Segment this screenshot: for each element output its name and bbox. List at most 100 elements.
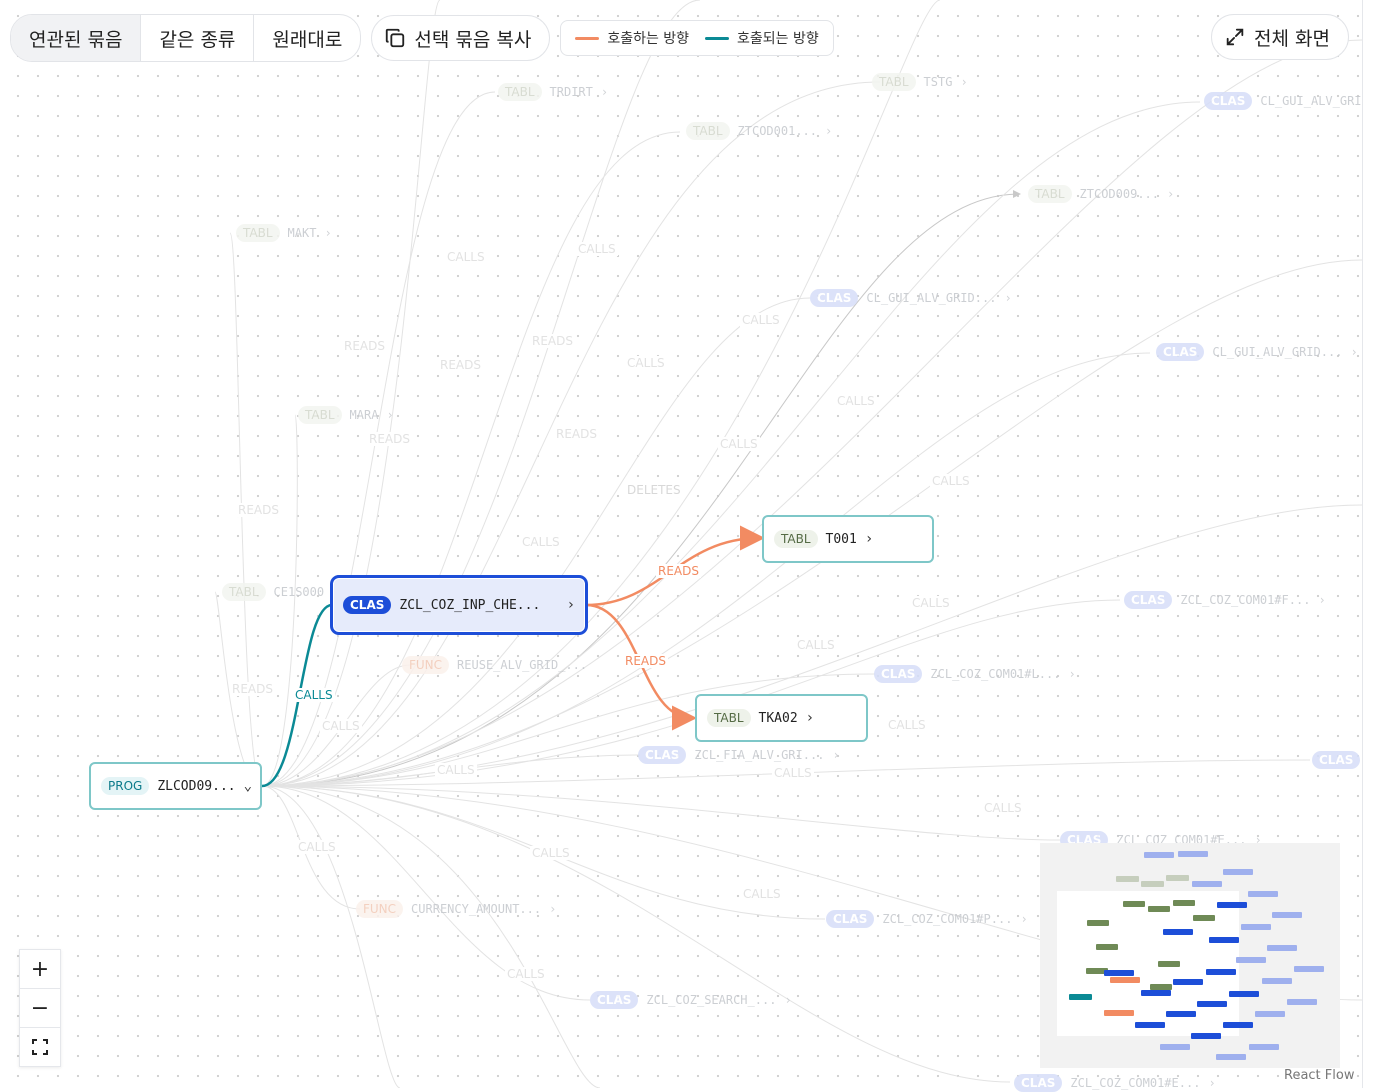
ghost-node[interactable]: FUNC CURRENCY_AMOUNT... ›: [356, 900, 556, 918]
minimap-node: [1217, 902, 1247, 908]
ghost-edge-label: CALLS: [625, 356, 667, 370]
fullscreen-button[interactable]: 전체 화면: [1211, 14, 1349, 60]
ghost-node[interactable]: CLAS CL_GUI_ALV_GRI: [1204, 92, 1362, 110]
tab-original[interactable]: 원래대로: [254, 15, 360, 61]
legend-swatch: [705, 36, 730, 40]
ghost-node[interactable]: CLAS ZCL_COZ_COM01#L... ›: [874, 665, 1076, 683]
ghost-edge-label: CALLS: [530, 846, 572, 860]
minimap-node: [1294, 966, 1324, 972]
chevron-right-icon: ›: [386, 408, 394, 422]
tab-same-kind[interactable]: 같은 종류: [141, 15, 255, 61]
chevron-right-icon[interactable]: ›: [865, 531, 873, 547]
node-tka02[interactable]: TABL TKA02 ›: [695, 694, 868, 742]
fit-view-icon: [32, 1039, 48, 1055]
node-name: TKA02: [758, 710, 798, 726]
minimap-node: [1223, 1022, 1253, 1028]
ghost-node[interactable]: CLAS ZCL_COZ_COM01#F... ›: [1124, 591, 1326, 609]
minimap-node: [1216, 1054, 1246, 1060]
node-t001[interactable]: TABL T001 ›: [762, 515, 934, 563]
ghost-edge-label: READS: [342, 339, 387, 353]
minimap-node: [1069, 994, 1092, 1000]
layout-mode-toggle: 연관된 묶음 같은 종류 원래대로: [10, 14, 362, 62]
zoom-controls: + −: [19, 949, 61, 1067]
ghost-edge-label: CALLS: [718, 437, 760, 451]
minus-icon: −: [30, 995, 50, 1021]
ghost-node[interactable]: CLAS CL_GUI_ALV_GRID... ›: [1156, 343, 1358, 361]
fit-view-button[interactable]: [20, 1028, 60, 1066]
react-flow-attribution[interactable]: React Flow: [1284, 1068, 1354, 1083]
ghost-node[interactable]: TABL TRDIRT ›: [498, 83, 608, 101]
chevron-right-icon: ›: [1068, 667, 1076, 681]
ghost-node[interactable]: TABL TSTG ›: [872, 73, 968, 91]
zoom-out-button[interactable]: −: [20, 989, 60, 1028]
ghost-edge-label: READS: [554, 427, 599, 441]
minimap-viewport[interactable]: [1057, 891, 1239, 1036]
minimap-node: [1272, 912, 1302, 918]
ghost-node[interactable]: TABL MARA ›: [298, 406, 394, 424]
ghost-node[interactable]: TABL ZTCOD001... ›: [686, 122, 832, 140]
minimap-node: [1267, 945, 1297, 951]
minimap-node: [1104, 970, 1134, 976]
ghost-node[interactable]: TABL MAKT ›: [236, 224, 332, 242]
minimap-node: [1229, 991, 1259, 997]
chevron-right-icon: ›: [832, 748, 840, 762]
ghost-node[interactable]: CLAS CL_GUI_ALV_GRID... ›: [810, 289, 1012, 307]
ghost-edge-label: CALLS: [982, 801, 1024, 815]
minimap-node: [1158, 961, 1180, 967]
ghost-node[interactable]: TABL ZTCOD009... ›: [1028, 185, 1174, 203]
chevron-right-icon[interactable]: ›: [806, 710, 814, 726]
reads-edge-label: READS: [656, 564, 701, 578]
minimap-node: [1148, 906, 1170, 912]
node-selected-class[interactable]: CLAS ZCL_COZ_INP_CHE... ›: [330, 575, 588, 635]
ghost-node[interactable]: CLAS ZCL_COZ_COM01#E... ›: [1014, 1074, 1216, 1092]
minimap-node: [1116, 876, 1139, 882]
chevron-right-icon[interactable]: ›: [567, 597, 575, 613]
minimap-node: [1192, 881, 1222, 887]
ghost-node[interactable]: CLAS ZCL_FIA_ALV_GRI... ›: [638, 746, 840, 764]
chevron-right-icon: ›: [549, 902, 557, 916]
ghost-edge-label: CALLS: [435, 763, 477, 777]
chevron-right-icon: ›: [825, 124, 833, 138]
ghost-edge-label: CALLS: [930, 474, 972, 488]
ghost-edge-label: CALLS: [910, 596, 952, 610]
ghost-edge-label: READS: [530, 334, 575, 348]
minimap-node: [1173, 979, 1203, 985]
minimap-node: [1191, 1033, 1221, 1039]
tab-related-group[interactable]: 연관된 묶음: [11, 15, 142, 61]
legend-swatch: [575, 36, 600, 40]
chevron-right-icon: ›: [784, 993, 792, 1007]
node-type-badge: TABL: [774, 530, 818, 548]
minimap-node: [1248, 891, 1278, 897]
chevron-right-icon: ›: [1167, 187, 1175, 201]
minimap-node: [1141, 881, 1164, 887]
ghost-edge-label: CALLS: [795, 638, 837, 652]
copy-selection-button[interactable]: 선택 묶음 복사: [371, 15, 551, 61]
minimap-node: [1160, 1044, 1190, 1050]
ghost-node[interactable]: CLAS ZCL_COZ_COM01#P... ›: [826, 910, 1028, 928]
legend-called: 호출되는 방향: [705, 28, 819, 48]
ghost-node[interactable]: CLAS: [1312, 751, 1368, 769]
direction-legend: 호출하는 방향 호출되는 방향: [560, 20, 834, 56]
node-prog[interactable]: PROG ZLCOD09... ⌄: [89, 762, 262, 810]
chevron-right-icon: ›: [1318, 593, 1326, 607]
ghost-edge-label: READS: [230, 682, 275, 696]
ghost-node[interactable]: TABL CE1S000: [222, 583, 324, 601]
ghost-edge-label: READS: [367, 432, 412, 446]
chevron-right-icon: ›: [1020, 912, 1028, 926]
ghost-edge-label: CALLS: [520, 535, 562, 549]
zoom-in-button[interactable]: +: [20, 950, 60, 989]
minimap[interactable]: [1040, 843, 1340, 1068]
copy-icon: [386, 28, 405, 48]
minimap-node: [1163, 929, 1193, 935]
minimap-node: [1193, 915, 1215, 921]
chevron-down-icon[interactable]: ⌄: [244, 778, 252, 794]
ghost-node[interactable]: FUNC REUSE_ALV_GRID_...: [402, 656, 587, 674]
fullscreen-label: 전체 화면: [1254, 27, 1330, 50]
minimap-node: [1197, 1001, 1227, 1007]
minimap-node: [1223, 869, 1253, 875]
expand-icon: [1226, 28, 1244, 46]
ghost-node[interactable]: CLAS ZCL_COZ_SEARCH_... ›: [590, 991, 792, 1009]
reads-edge-label: READS: [623, 654, 668, 668]
minimap-node: [1166, 875, 1189, 881]
node-name: ZCL_COZ_INP_CHE...: [399, 597, 541, 613]
